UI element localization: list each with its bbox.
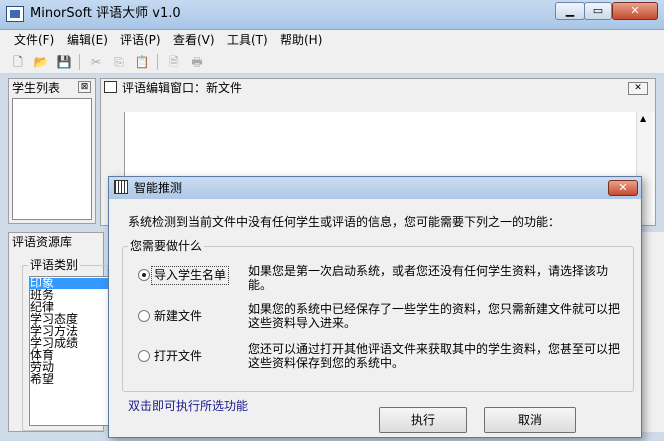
open-file-label[interactable]: 打开文件 bbox=[154, 348, 202, 364]
student-panel-close-icon[interactable]: ⊠ bbox=[78, 81, 91, 93]
import-students-radio[interactable] bbox=[138, 269, 150, 281]
barcode-icon bbox=[114, 180, 128, 194]
category-legend: 评语类别 bbox=[28, 258, 81, 272]
menu-help[interactable]: 帮助(H) bbox=[280, 32, 322, 48]
new-file-radio[interactable] bbox=[138, 310, 150, 322]
toolbar-separator bbox=[157, 54, 158, 70]
import-students-label[interactable]: 导入学生名单 bbox=[154, 267, 226, 283]
options-group-legend: 您需要做什么 bbox=[128, 238, 205, 254]
minimize-button[interactable]: ▁ bbox=[555, 2, 585, 20]
open-file-radio[interactable] bbox=[138, 350, 150, 362]
cut-icon[interactable]: ✂ bbox=[87, 53, 105, 71]
toolbar-separator bbox=[79, 54, 80, 70]
new-file-label[interactable]: 新建文件 bbox=[154, 308, 202, 324]
import-students-desc: 如果您是第一次启动系统，或者您还没有任何学生资料，请选择该功能。 bbox=[248, 264, 609, 292]
dialog-close-button[interactable]: ✕ bbox=[608, 180, 638, 196]
menu-tools[interactable]: 工具(T) bbox=[227, 32, 268, 48]
menu-view[interactable]: 查看(V) bbox=[173, 32, 215, 48]
student-list[interactable] bbox=[12, 98, 92, 220]
cancel-button[interactable]: 取消 bbox=[484, 407, 576, 433]
print-icon[interactable]: 🖶 bbox=[188, 53, 206, 71]
double-click-hint: 双击即可执行所选功能 bbox=[128, 399, 249, 413]
editor-title: 评语编辑窗口：新文件 bbox=[122, 81, 243, 95]
copy-icon[interactable]: ⎘ bbox=[110, 53, 128, 71]
editor-window-icon bbox=[104, 81, 117, 93]
editor-close-icon[interactable]: ✕ bbox=[628, 82, 648, 95]
close-button[interactable]: ✕ bbox=[612, 2, 658, 20]
print-preview-icon[interactable]: 🗎 bbox=[165, 53, 183, 71]
maximize-button[interactable]: ▭ bbox=[584, 2, 612, 20]
new-file-desc: 如果您的系统中已经保存了一些学生的资料，您只需新建文件就可以把这些资料导入进来。 bbox=[248, 302, 621, 330]
open-file-desc: 您还可以通过打开其他评语文件来获取其中的学生资料，您甚至可以把这些资料保存到您的… bbox=[248, 342, 621, 370]
category-item[interactable]: 希望 bbox=[30, 373, 110, 385]
menu-file[interactable]: 文件(F) bbox=[14, 32, 54, 48]
menu-edit[interactable]: 编辑(E) bbox=[67, 32, 108, 48]
right-panel-strip bbox=[640, 232, 664, 432]
menu-comment[interactable]: 评语(P) bbox=[120, 32, 161, 48]
dialog-title-bar bbox=[109, 177, 641, 199]
execute-button[interactable]: 执行 bbox=[379, 407, 467, 433]
scroll-up-icon[interactable]: ▲ bbox=[640, 114, 646, 124]
dialog-message: 系统检测到当前文件中没有任何学生或评语的信息，您可能需要下列之一的功能： bbox=[128, 215, 561, 229]
new-file-icon[interactable]: 🗋 bbox=[9, 53, 27, 71]
save-icon[interactable]: 💾 bbox=[55, 53, 73, 71]
resource-panel-title: 评语资源库 bbox=[12, 235, 73, 249]
window-title: MinorSoft 评语大师 v1.0 bbox=[30, 6, 181, 21]
paste-icon[interactable]: 📋 bbox=[133, 53, 151, 71]
app-icon bbox=[6, 6, 24, 22]
dialog-title: 智能推测 bbox=[134, 181, 183, 195]
open-folder-icon[interactable]: 📂 bbox=[32, 53, 50, 71]
